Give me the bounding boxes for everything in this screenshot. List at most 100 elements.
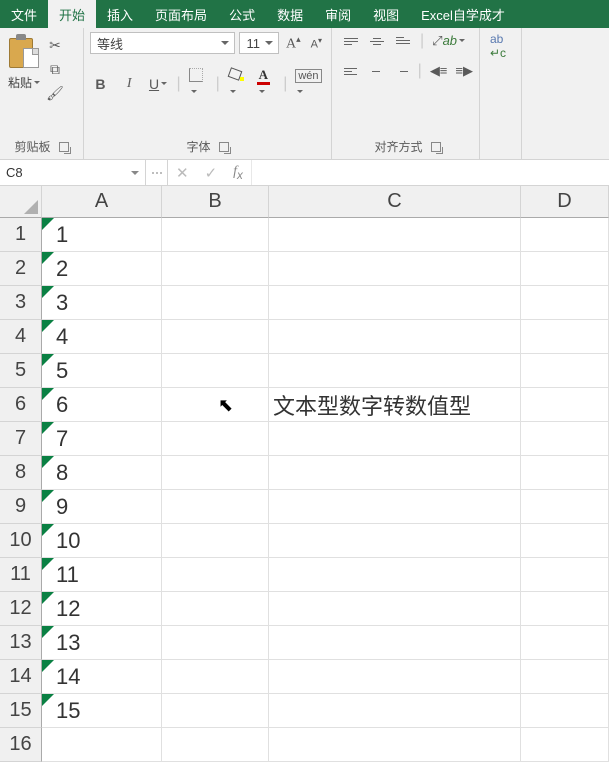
cell-b15[interactable] xyxy=(162,694,269,728)
tab-home[interactable]: 开始 xyxy=(48,0,96,28)
cell-d7[interactable] xyxy=(521,422,609,456)
row-header-2[interactable]: 2 xyxy=(0,252,42,286)
insert-function-button[interactable]: fx xyxy=(233,164,243,182)
cell-b12[interactable] xyxy=(162,592,269,626)
cell-d1[interactable] xyxy=(521,218,609,252)
underline-button[interactable]: U xyxy=(148,76,169,92)
cell-d9[interactable] xyxy=(521,490,609,524)
cell-b13[interactable] xyxy=(162,626,269,660)
cell-c2[interactable] xyxy=(269,252,521,286)
row-header-8[interactable]: 8 xyxy=(0,456,42,490)
cell-d15[interactable] xyxy=(521,694,609,728)
border-button[interactable] xyxy=(189,66,208,102)
cell-b2[interactable] xyxy=(162,252,269,286)
font-name-combo[interactable]: 等线 xyxy=(90,32,235,54)
cell-b6[interactable] xyxy=(162,388,269,422)
cell-d14[interactable] xyxy=(521,660,609,694)
cell-c8[interactable] xyxy=(269,456,521,490)
row-header-16[interactable]: 16 xyxy=(0,728,42,762)
format-painter-button[interactable]: 🖌 xyxy=(46,84,64,102)
cell-a1[interactable]: 1 xyxy=(42,218,162,252)
cell-c16[interactable] xyxy=(269,728,521,762)
cell-b3[interactable] xyxy=(162,286,269,320)
cell-a9[interactable]: 9 xyxy=(42,490,162,524)
cell-a8[interactable]: 8 xyxy=(42,456,162,490)
grow-font-button[interactable]: A▴ xyxy=(283,34,304,53)
cell-c12[interactable] xyxy=(269,592,521,626)
cell-a2[interactable]: 2 xyxy=(42,252,162,286)
align-left-button[interactable] xyxy=(342,64,359,78)
col-header-a[interactable]: A xyxy=(42,186,162,218)
cell-a10[interactable]: 10 xyxy=(42,524,162,558)
bold-button[interactable]: B xyxy=(90,76,111,92)
cell-a7[interactable]: 7 xyxy=(42,422,162,456)
cell-b7[interactable] xyxy=(162,422,269,456)
tab-view[interactable]: 视图 xyxy=(362,0,410,28)
row-header-11[interactable]: 11 xyxy=(0,558,42,592)
formula-input[interactable] xyxy=(252,160,609,185)
col-header-b[interactable]: B xyxy=(162,186,269,218)
cell-c5[interactable] xyxy=(269,354,521,388)
row-header-3[interactable]: 3 xyxy=(0,286,42,320)
align-middle-button[interactable] xyxy=(368,34,386,48)
name-box[interactable]: C8 xyxy=(0,160,146,185)
cell-c7[interactable] xyxy=(269,422,521,456)
cell-a4[interactable]: 4 xyxy=(42,320,162,354)
dialog-launcher-icon[interactable] xyxy=(431,142,441,152)
cell-d5[interactable] xyxy=(521,354,609,388)
row-header-9[interactable]: 9 xyxy=(0,490,42,524)
shrink-font-button[interactable]: A▾ xyxy=(308,36,325,51)
row-header-12[interactable]: 12 xyxy=(0,592,42,626)
tab-data[interactable]: 数据 xyxy=(266,0,314,28)
copy-button[interactable]: ⧉ xyxy=(46,60,64,78)
cell-a14[interactable]: 14 xyxy=(42,660,162,694)
cell-a13[interactable]: 13 xyxy=(42,626,162,660)
cell-a12[interactable]: 12 xyxy=(42,592,162,626)
name-box-dropdown[interactable] xyxy=(146,160,168,185)
align-bottom-button[interactable] xyxy=(394,34,412,48)
cancel-button[interactable]: ✕ xyxy=(176,164,189,182)
row-header-7[interactable]: 7 xyxy=(0,422,42,456)
cell-b8[interactable] xyxy=(162,456,269,490)
orientation-button[interactable]: ⤢ab xyxy=(432,33,465,49)
font-color-button[interactable]: A xyxy=(257,66,276,102)
cell-a11[interactable]: 11 xyxy=(42,558,162,592)
cell-c10[interactable] xyxy=(269,524,521,558)
cell-a16[interactable] xyxy=(42,728,162,762)
row-header-4[interactable]: 4 xyxy=(0,320,42,354)
cell-c1[interactable] xyxy=(269,218,521,252)
cell-a6[interactable]: 6 xyxy=(42,388,162,422)
row-header-15[interactable]: 15 xyxy=(0,694,42,728)
phonetic-button[interactable]: wén xyxy=(295,66,325,102)
tab-insert[interactable]: 插入 xyxy=(96,0,144,28)
row-header-10[interactable]: 10 xyxy=(0,524,42,558)
cut-button[interactable]: ✂ xyxy=(46,36,64,54)
tab-custom[interactable]: Excel自学成才 xyxy=(410,0,516,28)
cell-d10[interactable] xyxy=(521,524,609,558)
italic-button[interactable]: I xyxy=(119,76,140,92)
cell-d16[interactable] xyxy=(521,728,609,762)
cell-c15[interactable] xyxy=(269,694,521,728)
wrap-text-button[interactable]: ab↵c xyxy=(490,32,515,60)
col-header-c[interactable]: C xyxy=(269,186,521,218)
cell-b5[interactable] xyxy=(162,354,269,388)
tab-file[interactable]: 文件 xyxy=(0,0,48,28)
cell-c13[interactable] xyxy=(269,626,521,660)
cell-b16[interactable] xyxy=(162,728,269,762)
tab-layout[interactable]: 页面布局 xyxy=(144,0,218,28)
cell-d8[interactable] xyxy=(521,456,609,490)
cell-c6[interactable]: 文本型数字转数值型 xyxy=(269,388,521,422)
cell-d11[interactable] xyxy=(521,558,609,592)
col-header-d[interactable]: D xyxy=(521,186,609,218)
row-header-5[interactable]: 5 xyxy=(0,354,42,388)
row-header-1[interactable]: 1 xyxy=(0,218,42,252)
cell-d13[interactable] xyxy=(521,626,609,660)
paste-button[interactable]: 粘贴 xyxy=(6,32,42,93)
align-top-button[interactable] xyxy=(342,34,360,48)
cell-c9[interactable] xyxy=(269,490,521,524)
cell-d4[interactable] xyxy=(521,320,609,354)
font-size-combo[interactable]: 11 xyxy=(239,32,279,54)
cell-d6[interactable] xyxy=(521,388,609,422)
fill-color-button[interactable] xyxy=(228,66,249,102)
row-header-6[interactable]: 6 xyxy=(0,388,42,422)
